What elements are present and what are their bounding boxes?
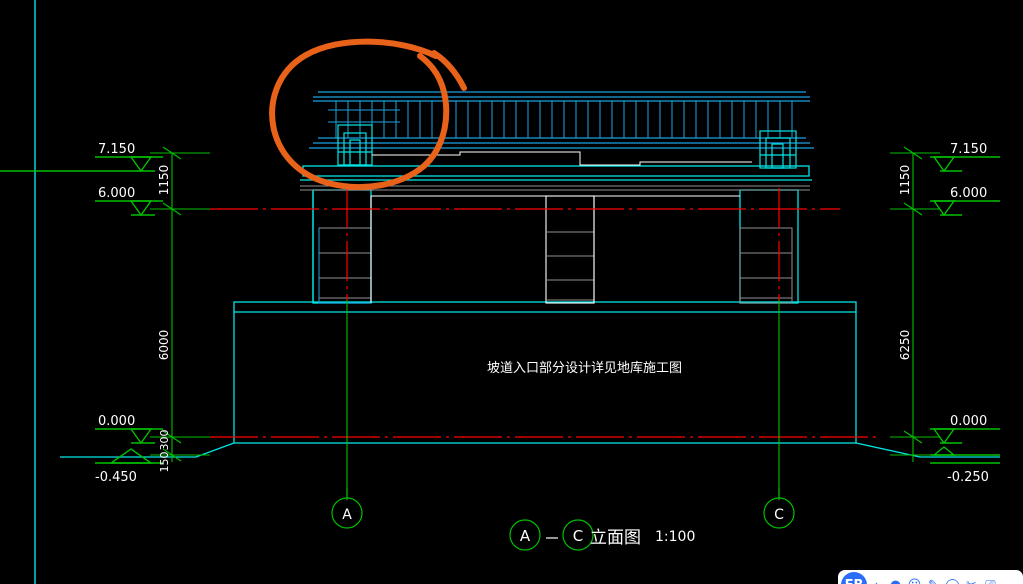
- elevation-label-left-3: -0.450: [95, 470, 137, 485]
- dimension-label-left-150: 150: [158, 452, 171, 473]
- floating-toolbar[interactable]: FB ▴ ● ☺ ✎ ◯ ✂ ⎚: [838, 570, 1023, 584]
- title-label-C: C: [573, 527, 583, 545]
- left-end-post: [337, 124, 373, 166]
- left-pier: [312, 189, 372, 304]
- roof-balustrade: [328, 101, 793, 138]
- title-label-A: A: [520, 527, 531, 545]
- pen-icon[interactable]: ✎: [924, 572, 943, 584]
- wall-panels: [370, 195, 740, 303]
- elevation-label-right-1: 6.000: [950, 186, 987, 201]
- right-pier: [739, 189, 799, 304]
- elevation-label-right-2: 0.000: [950, 414, 987, 429]
- center-pier: [545, 195, 595, 304]
- elevation-label-left-2: 0.000: [98, 414, 135, 429]
- dot-icon[interactable]: ●: [886, 572, 905, 584]
- axis-extension-lines: [346, 300, 780, 500]
- shape-icon[interactable]: ◯: [943, 572, 962, 584]
- dimension-label-right-6250: 6250: [898, 330, 912, 361]
- axis-bubble-label-A: A: [342, 507, 352, 523]
- left-elevation-markers: [0, 156, 163, 464]
- cornice-band: [300, 165, 812, 181]
- roof-eave: [309, 91, 814, 149]
- dimension-label-right-1150: 1150: [898, 165, 912, 196]
- right-end-post: [759, 130, 797, 169]
- dimension-label-left-300: 300: [158, 430, 171, 451]
- cad-drawing-canvas[interactable]: 7.150 6.000 0.000 -0.450 7.150 6.000 0.0…: [0, 0, 1023, 584]
- title-text: 立面图: [590, 528, 641, 548]
- app-logo-icon[interactable]: FB: [841, 572, 867, 584]
- dimension-label-left-1150: 1150: [157, 165, 171, 196]
- face-icon[interactable]: ☺: [905, 572, 924, 584]
- elevation-drawing: 7.150 6.000 0.000 -0.450 7.150 6.000 0.0…: [0, 0, 1000, 584]
- elevation-label-left-0: 7.150: [98, 142, 135, 157]
- keyboard-icon[interactable]: ⎚: [981, 572, 1000, 584]
- drawing-note-text: 坡道入口部分设计详见地库施工图: [487, 360, 682, 376]
- elevation-label-left-1: 6.000: [98, 186, 135, 201]
- title-scale: 1:100: [655, 529, 695, 545]
- elevation-label-right-3: -0.250: [947, 470, 989, 485]
- elevation-label-right-0: 7.150: [950, 142, 987, 157]
- dimension-label-left-6000: 6000: [157, 330, 171, 361]
- scissors-icon[interactable]: ✂: [962, 572, 981, 584]
- cursor-icon[interactable]: ▴: [867, 572, 886, 584]
- axis-bubble-label-C: C: [774, 507, 784, 523]
